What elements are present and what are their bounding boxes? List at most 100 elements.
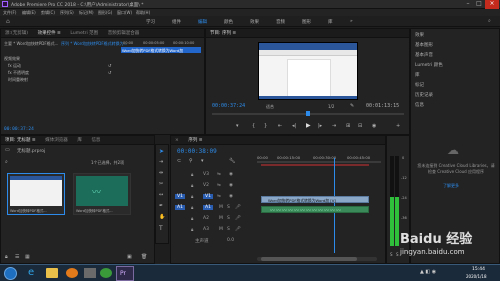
snap-icon[interactable]: ⊂	[177, 158, 181, 164]
right-item-effects[interactable]: 效果	[415, 32, 424, 38]
go-to-in-icon[interactable]: ⇤	[278, 123, 282, 129]
lock-icon[interactable]: 🔒︎	[191, 205, 193, 211]
type-tool-icon[interactable]: T	[159, 225, 163, 232]
timeline-timecode[interactable]: 00:00:38:09	[177, 148, 217, 155]
work-area-bar[interactable]	[261, 164, 369, 166]
menu-edit[interactable]: 编辑(E)	[22, 10, 36, 16]
lock-icon[interactable]: 🔒︎	[191, 194, 193, 200]
tab-media-browser[interactable]: 媒体浏览器	[41, 136, 72, 144]
workspace-libraries[interactable]: 库	[328, 19, 333, 25]
program-timecode[interactable]: 00:00:37:24	[212, 103, 245, 109]
mute-icon[interactable]: M	[219, 216, 223, 221]
workspace-editing[interactable]: 编辑	[198, 19, 207, 25]
tab-lumetri-scopes[interactable]: Lumetri 范围	[66, 29, 102, 37]
workspace-graphics[interactable]: 图形	[302, 19, 311, 25]
reset-icon[interactable]: ↺	[108, 70, 111, 75]
video-clip[interactable]: Word加快转PDF格式转换为Word加 [V]	[261, 196, 369, 203]
slip-tool-icon[interactable]: ↔	[159, 192, 163, 198]
lock-icon[interactable]: 🔒︎	[5, 254, 8, 260]
timeline-scrollbar[interactable]	[257, 257, 377, 261]
ec-section-time-remap[interactable]: 时间重映射	[8, 77, 28, 83]
master-volume[interactable]: 0.0	[227, 238, 234, 243]
mic-icon[interactable]: 🎤︎	[235, 227, 241, 232]
browser-icon[interactable]	[100, 268, 112, 278]
right-item-essential-sound[interactable]: 基本声音	[415, 52, 433, 58]
ripple-edit-tool-icon[interactable]: ⇹	[159, 170, 163, 176]
step-forward-icon[interactable]: |▸	[318, 123, 322, 129]
tab-program[interactable]: 节目: 序列 ≡	[206, 29, 240, 37]
add-button-icon[interactable]: +	[396, 123, 400, 129]
go-to-out-icon[interactable]: ⇥	[332, 123, 336, 129]
menu-sequence[interactable]: 序列(S)	[60, 10, 74, 16]
new-item-icon[interactable]: ▣	[127, 254, 132, 260]
workspace-color[interactable]: 颜色	[224, 19, 233, 25]
workspace-effects[interactable]: 效果	[250, 19, 259, 25]
solo-icon[interactable]: S	[390, 252, 393, 257]
pen-tool-icon[interactable]: ✒	[159, 203, 163, 209]
mic-icon[interactable]: 🎤︎	[235, 205, 241, 210]
home-icon[interactable]: ⌂	[6, 18, 10, 25]
media-player-icon[interactable]	[66, 268, 78, 278]
close-sequence-icon[interactable]: ×	[171, 136, 183, 144]
list-view-icon[interactable]: ☰	[15, 254, 19, 260]
resolution-dropdown[interactable]: 1/2	[328, 104, 334, 109]
mute-icon[interactable]: M	[219, 205, 223, 210]
lock-icon[interactable]: 🔒︎	[191, 216, 193, 222]
premiere-taskbar-button[interactable]: Pr	[116, 266, 134, 281]
maximize-button[interactable]: □	[474, 0, 484, 9]
ie-icon[interactable]: e	[28, 267, 34, 278]
menu-clip[interactable]: 剪辑(C)	[41, 10, 55, 16]
right-item-essential-graphics[interactable]: 基本图形	[415, 42, 433, 48]
tab-info[interactable]: 信息	[87, 136, 104, 144]
menu-graphics[interactable]: 图形(G)	[98, 10, 112, 16]
insert-icon[interactable]: ⊞	[346, 123, 350, 129]
sync-lock-icon[interactable]: ⇋	[217, 183, 221, 188]
sequence-clip-label[interactable]: 序列 * Word加快转PDF格式转换为...	[61, 41, 127, 47]
tray-icons[interactable]: ▲ ◧ ◉	[420, 269, 436, 275]
tab-sequence[interactable]: 序列 ≡	[184, 136, 206, 144]
windows-start-icon[interactable]	[4, 267, 17, 280]
fit-dropdown[interactable]: 适合	[266, 104, 274, 110]
right-item-history[interactable]: 历史记录	[415, 92, 433, 98]
tab-audio-clip-mixer[interactable]: 音频剪辑混合器	[104, 29, 144, 37]
wrench-icon[interactable]: ✎	[350, 103, 354, 109]
project-search-icon[interactable]: ⌕	[5, 159, 8, 165]
source-patch-a1[interactable]: A1	[175, 205, 185, 210]
workspace-audio[interactable]: 音频	[276, 19, 285, 25]
lock-icon[interactable]: 🔒︎	[191, 172, 193, 178]
add-marker-icon[interactable]: ▾	[201, 158, 204, 164]
clock-date[interactable]: 2020/1/18	[466, 274, 487, 279]
trash-icon[interactable]: 🗑︎	[141, 254, 147, 260]
close-button[interactable]: ×	[485, 0, 499, 9]
cc-learn-more-link[interactable]: 了解更多	[443, 183, 459, 189]
eye-icon[interactable]: ◉	[229, 194, 233, 199]
linked-selection-icon[interactable]: ⚲	[189, 158, 193, 164]
project-item-video[interactable]: Word加快转PDF格式...	[7, 173, 65, 215]
hand-tool-icon[interactable]: ✋	[159, 214, 165, 220]
lock-icon[interactable]: 🔒︎	[191, 227, 193, 233]
explorer-icon[interactable]	[46, 268, 58, 278]
workspace-more[interactable]: »	[350, 19, 353, 24]
menu-file[interactable]: 文件(F)	[3, 10, 16, 16]
menu-marker[interactable]: 标记(M)	[79, 10, 94, 16]
tab-effect-controls[interactable]: 效果控件 ≡	[34, 29, 65, 37]
master-clip-label[interactable]: 主要 * Word加快转PDF格式...	[4, 41, 58, 47]
solo-icon[interactable]: S	[227, 216, 230, 221]
mute-icon[interactable]: M	[219, 227, 223, 232]
add-marker-icon[interactable]: ▾	[236, 123, 239, 129]
right-item-info[interactable]: 信息	[415, 102, 424, 108]
timeline-ruler[interactable]	[257, 161, 381, 163]
mark-in-icon[interactable]: {	[252, 123, 255, 129]
tab-project[interactable]: 项目: 无标题 ≡	[1, 136, 40, 144]
sync-lock-icon[interactable]: ⇋	[217, 194, 221, 199]
right-item-lumetri-color[interactable]: Lumetri 颜色	[415, 62, 443, 68]
razor-tool-icon[interactable]: ✂	[159, 181, 163, 187]
search-icon[interactable]: ⌕	[488, 18, 491, 24]
overwrite-icon[interactable]: ⊟	[358, 123, 362, 129]
workspace-assembly[interactable]: 组件	[172, 19, 181, 25]
selection-tool-icon[interactable]: ➤	[159, 148, 164, 155]
ec-clip-bar[interactable]: Word加快转PDF格式转换为Word加	[121, 47, 201, 53]
track-select-tool-icon[interactable]: ⇥	[159, 159, 163, 165]
solo-icon[interactable]: S	[227, 205, 230, 210]
tab-libraries[interactable]: 库	[73, 136, 86, 144]
